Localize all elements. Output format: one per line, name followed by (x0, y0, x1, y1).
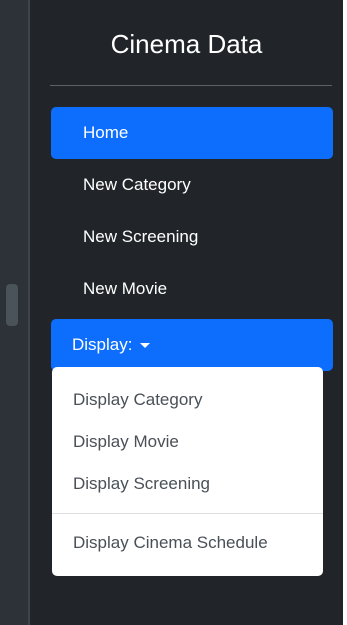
left-panel (0, 0, 28, 625)
display-dropdown-toggle[interactable]: Display: (51, 319, 333, 371)
dropdown-divider (52, 513, 323, 514)
nav-item-new-screening[interactable]: New Screening (51, 211, 333, 263)
content-edge (343, 0, 347, 625)
sidebar-brand[interactable]: Cinema Data (30, 26, 343, 62)
sidebar-nav: Home New Category New Screening New Movi… (51, 107, 333, 371)
drag-handle[interactable] (6, 284, 18, 326)
dropdown-item-display-category[interactable]: Display Category (52, 379, 323, 421)
sidebar-divider (50, 85, 332, 86)
caret-down-icon (140, 342, 151, 348)
dropdown-item-display-cinema-schedule[interactable]: Display Cinema Schedule (52, 522, 323, 564)
display-dropdown-label: Display: (72, 335, 133, 354)
display-dropdown-menu: Display Category Display Movie Display S… (52, 367, 323, 576)
dropdown-item-display-screening[interactable]: Display Screening (52, 463, 323, 505)
nav-item-new-category[interactable]: New Category (51, 159, 333, 211)
nav-item-new-movie[interactable]: New Movie (51, 263, 333, 315)
nav-item-home[interactable]: Home (51, 107, 333, 159)
sidebar: Cinema Data Home New Category New Screen… (30, 0, 343, 625)
dropdown-item-display-movie[interactable]: Display Movie (52, 421, 323, 463)
